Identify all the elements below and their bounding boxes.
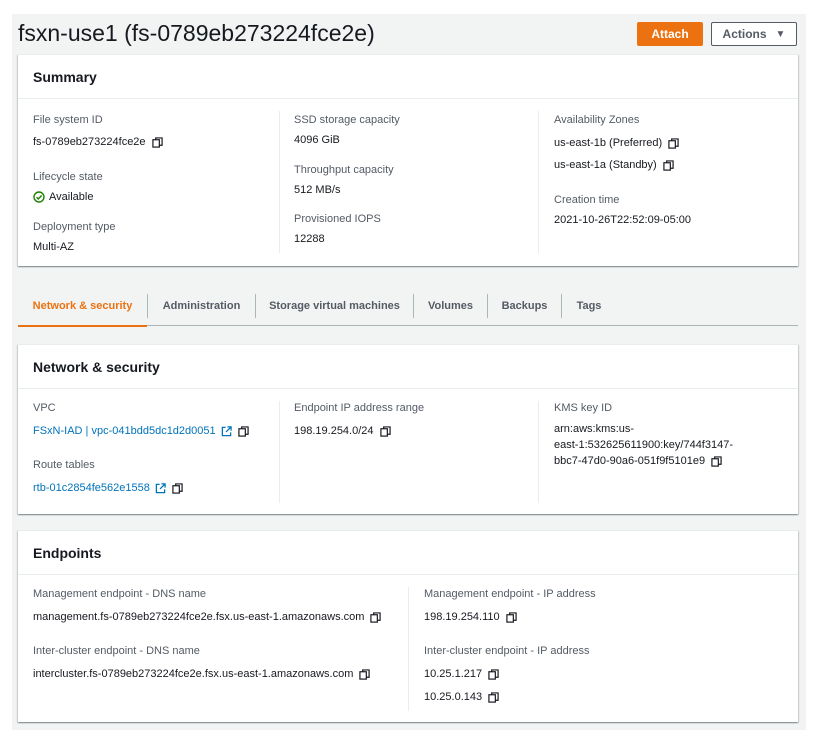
inter-ip-label: Inter-cluster endpoint - IP address xyxy=(424,645,590,657)
vpc-link[interactable]: FSxN-IAD | vpc-041bdd5dc1d2d0051 xyxy=(33,424,232,438)
inter-dns-text: intercluster.fs-0789eb273224fce2e.fsx.us… xyxy=(33,668,354,680)
copy-icon[interactable] xyxy=(238,426,249,437)
az-standby-value: us-east-1a (Standby) xyxy=(554,158,674,172)
inter-dns-label: Inter-cluster endpoint - DNS name xyxy=(33,645,200,657)
summary-column-3: Availability Zones us-east-1b (Preferred… xyxy=(538,111,798,253)
mgmt-ip-label: Management endpoint - IP address xyxy=(424,588,596,600)
lifecycle-state-value: Available xyxy=(33,190,93,204)
ssd-storage-label: SSD storage capacity xyxy=(294,114,400,126)
copy-icon[interactable] xyxy=(506,612,517,623)
copy-icon[interactable] xyxy=(172,483,183,494)
summary-column-1: File system ID fs-0789eb273224fce2e Life… xyxy=(18,99,279,267)
caret-down-icon: ▼ xyxy=(775,28,786,40)
summary-panel: Summary File system ID fs-0789eb273224fc… xyxy=(18,54,798,266)
file-system-id-label: File system ID xyxy=(33,114,103,126)
actions-dropdown-button[interactable]: Actions ▼ xyxy=(711,22,797,46)
vpc-label: VPC xyxy=(33,402,56,414)
provisioned-iops-label: Provisioned IOPS xyxy=(294,213,381,225)
page-header: fsxn-use1 (fs-0789eb273224fce2e) Attach … xyxy=(12,14,806,54)
endpoints-panel: Endpoints Management endpoint - DNS name… xyxy=(18,530,798,722)
throughput-value: 512 MB/s xyxy=(294,184,341,196)
network-security-panel: Network & security VPC FSxN-IAD | vpc-04… xyxy=(18,344,798,514)
mgmt-ip-value: 198.19.254.110 xyxy=(424,610,517,624)
copy-icon[interactable] xyxy=(152,137,163,148)
endpoint-ip-range-value: 198.19.254.0/24 xyxy=(294,424,391,438)
az-preferred-value: us-east-1b (Preferred) xyxy=(554,136,679,150)
network-column-2: Endpoint IP address range 198.19.254.0/2… xyxy=(279,401,539,503)
external-link-icon xyxy=(155,483,166,494)
lifecycle-state-text: Available xyxy=(49,191,94,203)
deployment-type-value: Multi-AZ xyxy=(33,241,74,253)
endpoints-column-2: Management endpoint - IP address 198.19.… xyxy=(408,587,798,711)
summary-heading: Summary xyxy=(18,55,798,99)
az-standby-text: us-east-1a (Standby) xyxy=(554,159,657,171)
kms-key-line: east-1:532625611900:key/744f3147- xyxy=(554,439,733,451)
copy-icon[interactable] xyxy=(488,692,499,703)
endpoints-column-1: Management endpoint - DNS name managemen… xyxy=(18,575,409,723)
page: fsxn-use1 (fs-0789eb273224fce2e) Attach … xyxy=(12,14,806,730)
mgmt-dns-label: Management endpoint - DNS name xyxy=(33,588,207,600)
page-title: fsxn-use1 (fs-0789eb273224fce2e) xyxy=(18,20,375,46)
copy-icon[interactable] xyxy=(663,160,674,171)
network-security-heading: Network & security xyxy=(18,345,798,389)
deployment-type-label: Deployment type xyxy=(33,221,116,233)
tab-storage-virtual-machines[interactable]: Storage virtual machines xyxy=(256,286,413,326)
route-table-link[interactable]: rtb-01c2854fe562e1558 xyxy=(33,481,166,495)
route-table-link-text: rtb-01c2854fe562e1558 xyxy=(33,482,150,494)
copy-icon[interactable] xyxy=(488,669,499,680)
actions-label: Actions xyxy=(722,27,767,41)
tab-administration[interactable]: Administration xyxy=(148,286,255,326)
availability-zones-label: Availability Zones xyxy=(554,114,640,126)
route-tables-value: rtb-01c2854fe562e1558 xyxy=(33,481,183,495)
copy-icon[interactable] xyxy=(380,426,391,437)
route-tables-label: Route tables xyxy=(33,459,95,471)
inter-ip-value-1: 10.25.1.217 xyxy=(424,667,499,681)
provisioned-iops-value: 12288 xyxy=(294,233,325,245)
vpc-link-text: FSxN-IAD | vpc-041bdd5dc1d2d0051 xyxy=(33,425,216,437)
throughput-label: Throughput capacity xyxy=(294,164,394,176)
network-column-3: KMS key ID arn:aws:kms:us- east-1:532625… xyxy=(538,401,798,503)
copy-icon[interactable] xyxy=(711,456,722,467)
endpoints-heading: Endpoints xyxy=(18,531,798,575)
kms-key-value: arn:aws:kms:us- east-1:532625611900:key/… xyxy=(554,421,733,469)
mgmt-dns-text: management.fs-0789eb273224fce2e.fsx.us-e… xyxy=(33,611,365,623)
creation-time-label: Creation time xyxy=(554,194,620,206)
mgmt-dns-value: management.fs-0789eb273224fce2e.fsx.us-e… xyxy=(33,610,381,624)
file-system-id-value: fs-0789eb273224fce2e xyxy=(33,135,163,149)
lifecycle-state-label: Lifecycle state xyxy=(33,171,103,183)
inter-ip-text: 10.25.1.217 xyxy=(424,668,483,680)
kms-key-line: bbc7-47d0-90a6-051f9f5101e9 xyxy=(554,455,706,467)
kms-key-label: KMS key ID xyxy=(554,402,613,414)
creation-time-value: 2021-10-26T22:52:09-05:00 xyxy=(554,214,691,226)
az-preferred-text: us-east-1b (Preferred) xyxy=(554,137,663,149)
inter-dns-value: intercluster.fs-0789eb273224fce2e.fsx.us… xyxy=(33,667,370,681)
tab-network-security[interactable]: Network & security xyxy=(18,286,147,327)
endpoint-ip-range-label: Endpoint IP address range xyxy=(294,402,425,414)
copy-icon[interactable] xyxy=(370,612,381,623)
file-system-id-text: fs-0789eb273224fce2e xyxy=(33,136,146,148)
mgmt-ip-text: 198.19.254.110 xyxy=(424,611,500,623)
tab-tags[interactable]: Tags xyxy=(562,286,616,326)
check-circle-icon xyxy=(33,191,45,203)
external-link-icon xyxy=(221,426,232,437)
kms-key-line: arn:aws:kms:us- xyxy=(554,423,635,435)
detail-tabs: Network & security Administration Storag… xyxy=(18,286,798,327)
attach-button[interactable]: Attach xyxy=(637,22,703,46)
endpoint-ip-range-text: 198.19.254.0/24 xyxy=(294,425,374,437)
tab-backups[interactable]: Backups xyxy=(488,286,561,326)
vpc-value: FSxN-IAD | vpc-041bdd5dc1d2d0051 xyxy=(33,424,249,438)
copy-icon[interactable] xyxy=(668,138,679,149)
tab-volumes[interactable]: Volumes xyxy=(414,286,487,326)
inter-ip-text: 10.25.0.143 xyxy=(424,691,483,703)
ssd-storage-value: 4096 GiB xyxy=(294,134,340,146)
copy-icon[interactable] xyxy=(359,669,370,680)
network-column-1: VPC FSxN-IAD | vpc-041bdd5dc1d2d0051 Rou… xyxy=(18,389,279,515)
summary-column-2: SSD storage capacity 4096 GiB Throughput… xyxy=(279,111,539,253)
inter-ip-value-2: 10.25.0.143 xyxy=(424,690,499,704)
